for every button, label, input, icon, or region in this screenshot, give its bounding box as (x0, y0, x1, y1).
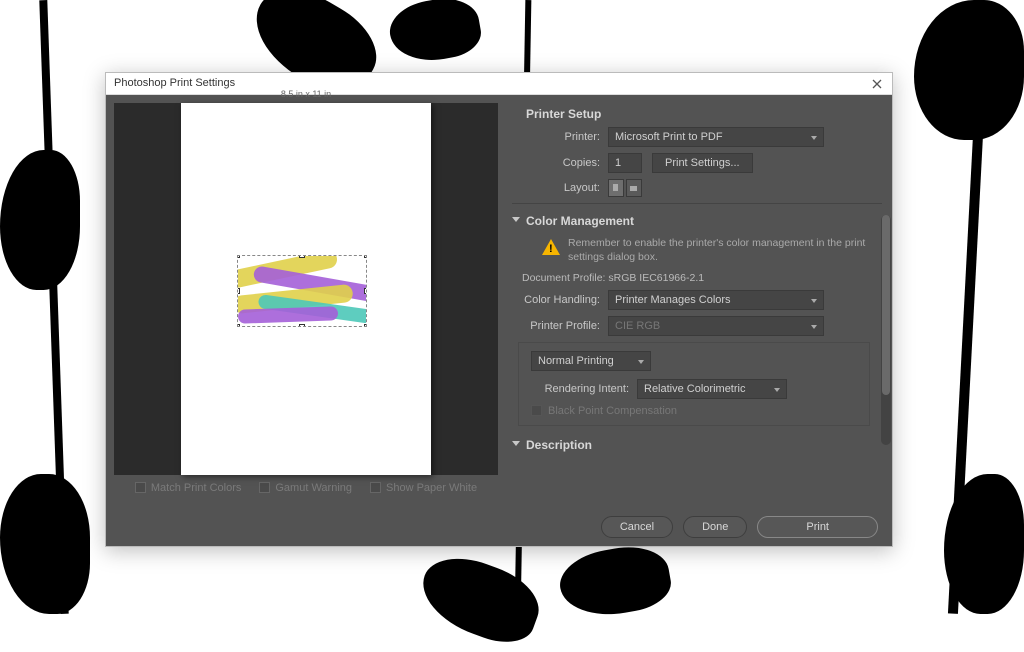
paper-size-label: 8.5 in x 11 in (181, 89, 431, 99)
preview-paper: 8.5 in x 11 in (181, 103, 431, 475)
printer-label: Printer: (512, 131, 608, 143)
show-paper-white-checkbox[interactable]: Show Paper White (370, 482, 477, 494)
printer-profile-label: Printer Profile: (512, 320, 608, 332)
layout-label: Layout: (512, 182, 608, 194)
dialog-title: Photoshop Print Settings (114, 77, 235, 89)
preview-image-bounds[interactable] (237, 255, 367, 327)
resize-handle[interactable] (237, 324, 240, 327)
preview-panel: 8.5 in x 11 in (106, 95, 506, 509)
layout-portrait-icon[interactable] (608, 179, 624, 197)
resize-handle[interactable] (364, 255, 367, 258)
printing-mode-group: Normal Printing Rendering Intent: Relati… (518, 342, 870, 426)
printer-dropdown[interactable]: Microsoft Print to PDF (608, 127, 824, 147)
print-button[interactable]: Print (757, 516, 878, 538)
layout-landscape-icon[interactable] (626, 179, 642, 197)
dialog-footer: Cancel Done Print (106, 509, 892, 546)
resize-handle[interactable] (299, 324, 305, 327)
print-preview-area[interactable]: 8.5 in x 11 in (114, 103, 498, 475)
copies-label: Copies: (512, 157, 608, 169)
resize-handle[interactable] (299, 255, 305, 258)
printer-profile-dropdown[interactable]: CIE RGB (608, 316, 824, 336)
close-icon (872, 79, 882, 89)
checkbox-label: Show Paper White (386, 482, 477, 494)
checkbox-label: Gamut Warning (275, 482, 352, 494)
checkbox-label: Black Point Compensation (548, 405, 677, 417)
printer-setup-header: Printer Setup (512, 103, 882, 127)
resize-handle[interactable] (364, 288, 367, 294)
checkbox-label: Match Print Colors (151, 482, 241, 494)
close-button[interactable] (868, 75, 886, 93)
preview-options: Match Print Colors Gamut Warning Show Pa… (114, 475, 498, 501)
scrollbar-thumb[interactable] (882, 215, 890, 395)
color-handling-dropdown[interactable]: Printer Manages Colors (608, 290, 824, 310)
rendering-intent-dropdown[interactable]: Relative Colorimetric (637, 379, 787, 399)
resize-handle[interactable] (237, 255, 240, 258)
description-header[interactable]: Description (512, 434, 882, 458)
rendering-intent-label: Rendering Intent: (527, 383, 637, 395)
match-print-colors-checkbox[interactable]: Match Print Colors (135, 482, 241, 494)
print-settings-dialog: Photoshop Print Settings 8.5 in x 11 in (105, 72, 893, 547)
document-profile-label: Document Profile: sRGB IEC61966-2.1 (512, 270, 882, 290)
done-button[interactable]: Done (683, 516, 747, 538)
color-management-warning: Remember to enable the printer's color m… (568, 236, 882, 264)
settings-panel: Printer Setup Printer: Microsoft Print t… (506, 95, 892, 509)
resize-handle[interactable] (364, 324, 367, 327)
gamut-warning-checkbox[interactable]: Gamut Warning (259, 482, 352, 494)
printing-mode-dropdown[interactable]: Normal Printing (531, 351, 651, 371)
settings-scrollbar[interactable] (881, 215, 891, 445)
copies-input[interactable]: 1 (608, 153, 642, 173)
resize-handle[interactable] (237, 288, 240, 294)
warning-icon (542, 239, 560, 255)
print-settings-button[interactable]: Print Settings... (652, 153, 753, 173)
cancel-button[interactable]: Cancel (601, 516, 673, 538)
color-management-header[interactable]: Color Management (512, 210, 882, 234)
color-handling-label: Color Handling: (512, 294, 608, 306)
black-point-compensation-checkbox[interactable]: Black Point Compensation (527, 405, 861, 417)
